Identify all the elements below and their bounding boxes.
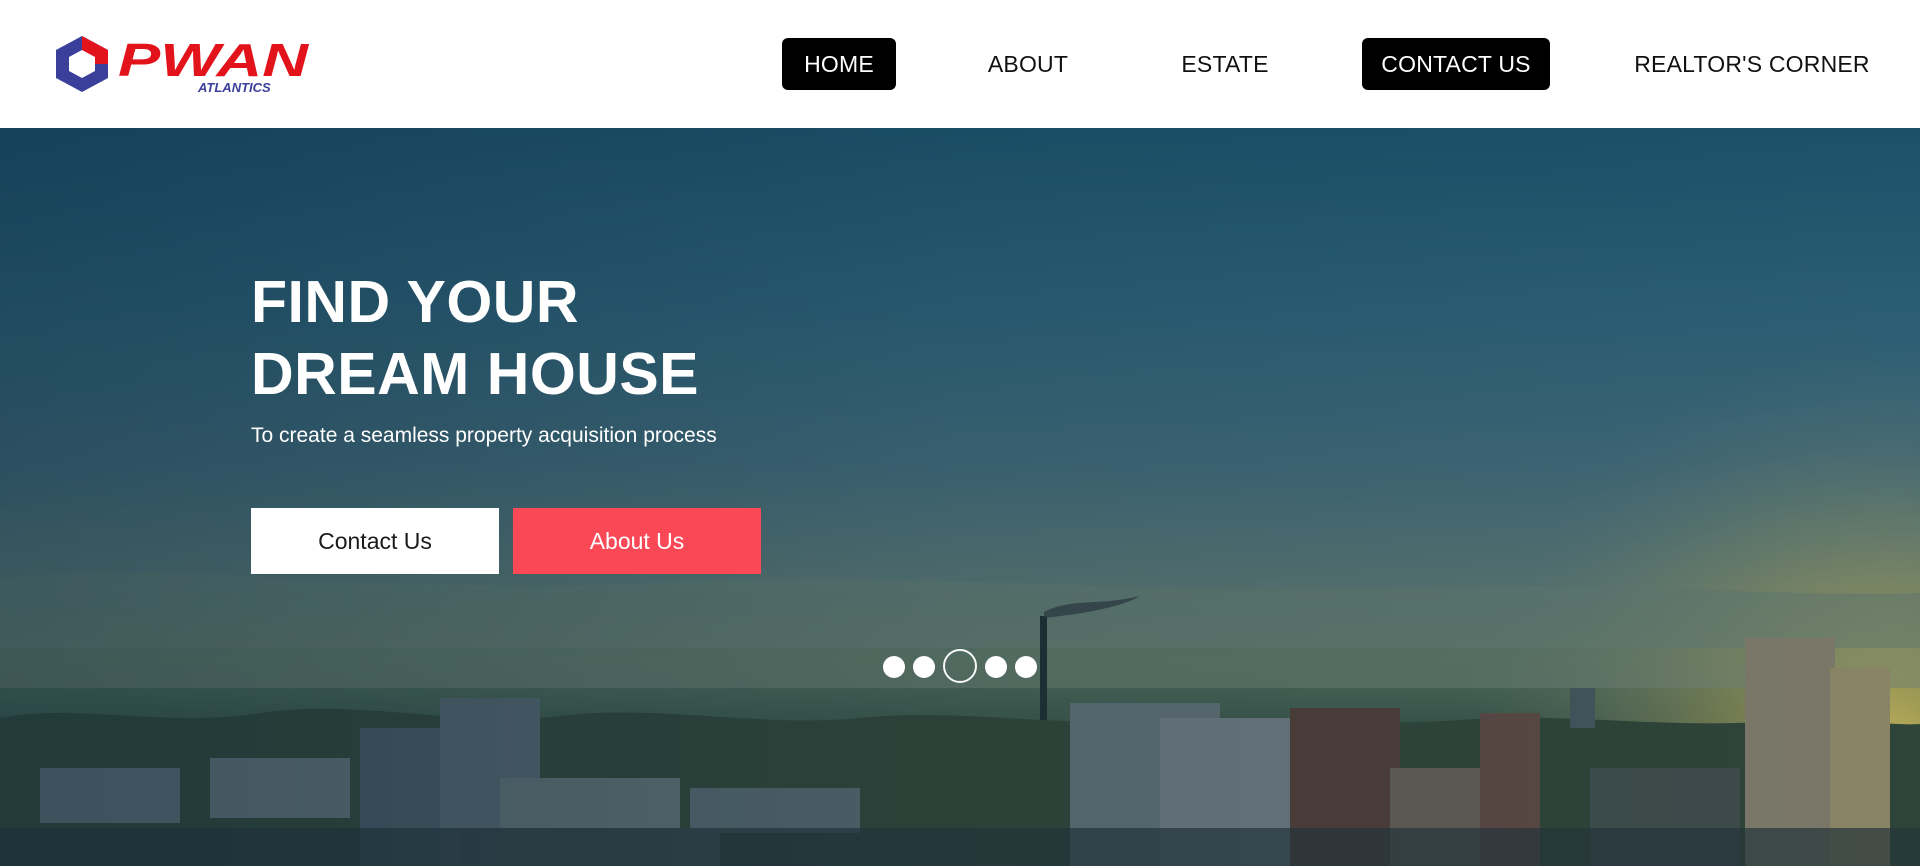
about-us-button[interactable]: About Us <box>513 508 761 574</box>
nav-contact-us[interactable]: CONTACT US <box>1362 38 1550 90</box>
hero-subtitle: To create a seamless property acquisitio… <box>251 424 717 447</box>
slider-dot-5[interactable] <box>1015 656 1037 678</box>
slider-pagination <box>0 649 1920 683</box>
hero-title: FIND YOUR DREAM HOUSE <box>251 266 951 410</box>
slider-dot-3-active[interactable] <box>943 649 977 683</box>
main-nav: HOME ABOUT ESTATE CONTACT US REALTOR'S C… <box>0 38 1920 90</box>
hero-title-line-2: DREAM HOUSE <box>251 341 700 407</box>
slider-dot-2[interactable] <box>913 656 935 678</box>
slider-dot-1[interactable] <box>883 656 905 678</box>
slider-dot-4[interactable] <box>985 656 1007 678</box>
hero-overlay <box>0 128 1920 866</box>
hero-banner: FIND YOUR DREAM HOUSE To create a seamle… <box>0 128 1920 866</box>
hero-title-line-1: FIND YOUR <box>251 269 579 335</box>
nav-about[interactable]: ABOUT <box>960 38 1096 90</box>
contact-us-button[interactable]: Contact Us <box>251 508 499 574</box>
site-header: PWAN ATLANTICS HOME ABOUT ESTATE CONTACT… <box>0 0 1920 128</box>
nav-home[interactable]: HOME <box>782 38 896 90</box>
nav-realtors-corner[interactable]: REALTOR'S CORNER <box>1630 38 1874 90</box>
nav-estate[interactable]: ESTATE <box>1160 38 1290 90</box>
page: PWAN ATLANTICS HOME ABOUT ESTATE CONTACT… <box>0 0 1920 866</box>
